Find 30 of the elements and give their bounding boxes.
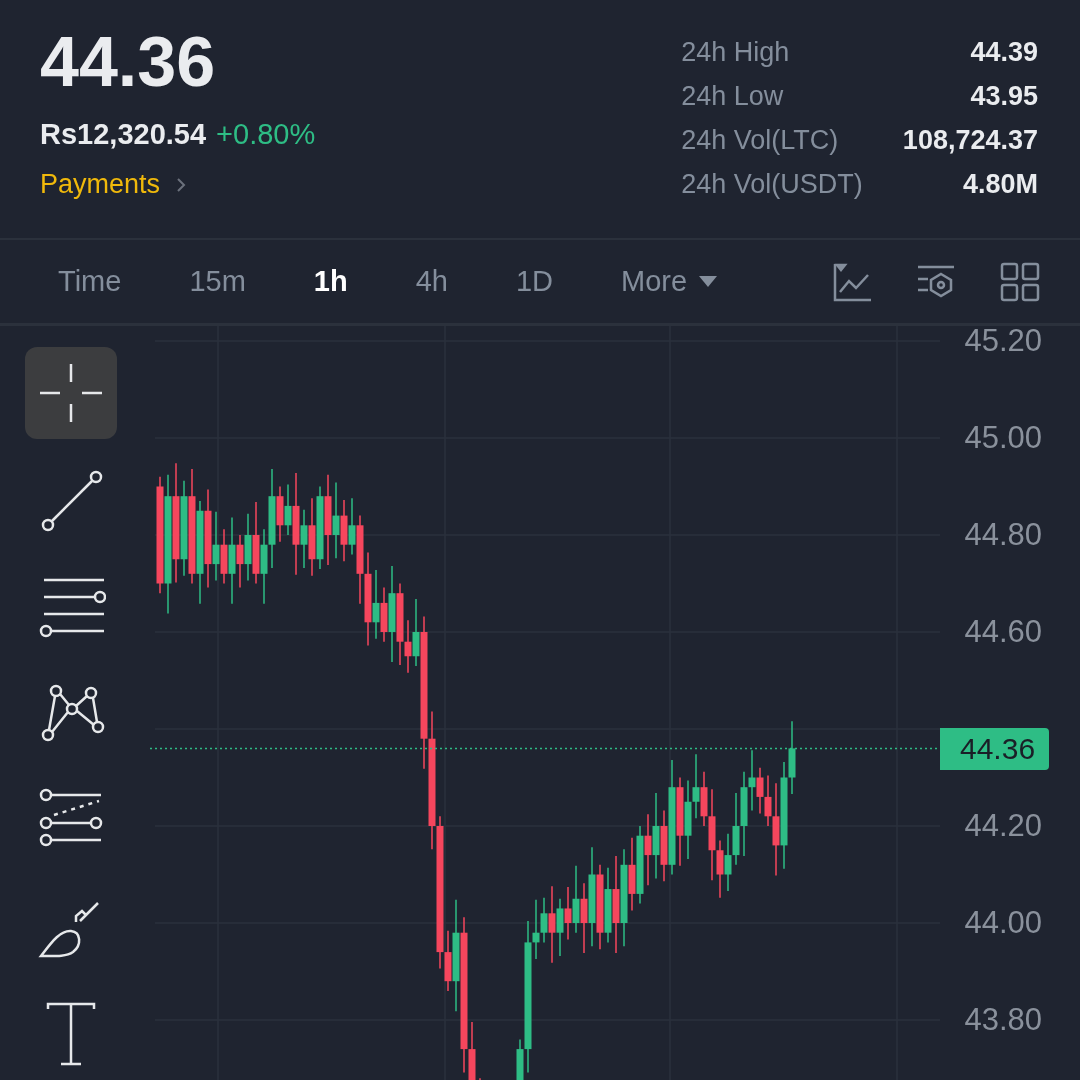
- stat-value: 43.95: [969, 80, 1038, 113]
- interval-tab[interactable]: Time: [44, 259, 136, 304]
- stat-label: 24h Vol(USDT): [681, 168, 863, 201]
- stat-value: 44.39: [969, 36, 1038, 69]
- price-axis-label: 44.20: [964, 807, 1042, 844]
- stat-label: 24h Low: [681, 80, 785, 113]
- price-axis-label: 45.00: [964, 419, 1042, 456]
- price-axis-label: 44.60: [964, 613, 1042, 650]
- grid-layout-icon[interactable]: [1000, 261, 1040, 302]
- interval-tab[interactable]: 1h: [299, 259, 362, 304]
- last-price-tag: 44.36: [940, 728, 1050, 770]
- price-axis-label: 44.00: [964, 904, 1042, 941]
- interval-tab[interactable]: 15m: [175, 259, 260, 304]
- stat-value: 4.80M: [961, 168, 1038, 201]
- stat-label: 24h Vol(LTC): [681, 124, 840, 157]
- caret-down-icon: [699, 275, 718, 288]
- price-axis-label: 43.80: [964, 1001, 1042, 1038]
- last-price: 44.36: [40, 24, 217, 100]
- payments-link[interactable]: Payments: [40, 169, 187, 200]
- price-change: +0.80%: [216, 118, 316, 151]
- chevron-right-icon: [176, 176, 187, 193]
- price-axis-label: 45.20: [964, 322, 1042, 359]
- stat-label: 24h High: [681, 36, 791, 69]
- stat-value: 108,724.37: [902, 124, 1038, 157]
- line-chart-icon[interactable]: [832, 261, 872, 302]
- interval-tab[interactable]: 4h: [401, 259, 462, 304]
- more-dropdown[interactable]: More: [607, 259, 732, 304]
- fiat-price: Rs12,320.54: [40, 118, 207, 151]
- interval-tab[interactable]: 1D: [501, 259, 567, 304]
- price-axis-label: 44.80: [964, 516, 1042, 553]
